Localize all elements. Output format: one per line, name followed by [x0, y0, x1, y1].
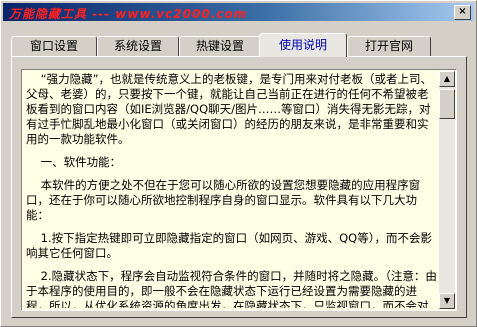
vertical-scrollbar[interactable]: ▲ ▼ [439, 71, 455, 309]
tab-usage-instructions[interactable]: 使用说明 [259, 33, 347, 57]
scroll-up-button[interactable]: ▲ [439, 71, 455, 87]
scroll-thumb[interactable] [439, 89, 455, 119]
tab-open-website[interactable]: 打开官网 [347, 36, 431, 56]
window-title: 万能隐藏工具 --- www.vc2000.com [9, 7, 248, 21]
help-textbox[interactable]: “强力隐藏”，也就是传统意义上的老板键，是专门用来对付老板（或者上司、父母、老婆… [21, 69, 457, 311]
help-paragraph: 1.按下指定热键即可立即隐藏指定的窗口（如网页、游戏、QQ等），而不会影响其它任… [26, 231, 432, 260]
arrow-down-icon: ▼ [443, 296, 451, 305]
tab-system-settings[interactable]: 系统设置 [97, 36, 179, 56]
help-text-content: “强力隐藏”，也就是传统意义上的老板键，是专门用来对付老板（或者上司、父母、老婆… [24, 72, 439, 308]
scroll-down-button[interactable]: ▼ [439, 293, 455, 309]
help-paragraph: “强力隐藏”，也就是传统意义上的老板键，是专门用来对付老板（或者上司、父母、老婆… [26, 72, 433, 146]
tab-hotkey-settings[interactable]: 热键设置 [179, 36, 261, 56]
arrow-up-icon: ▲ [443, 74, 451, 83]
main-window: 万能隐藏工具 --- www.vc2000.com × 窗口设置 系统设置 热键… [0, 0, 477, 327]
help-paragraph: 2.隐藏状态下，程序会自动监视符合条件的窗口，并随时将之隐藏。（注意：由于本程序… [26, 269, 437, 308]
close-icon: × [458, 6, 467, 17]
help-paragraph: 一、软件功能： [26, 155, 122, 169]
tab-bar: 窗口设置 系统设置 热键设置 使用说明 打开官网 [11, 33, 467, 57]
close-button[interactable]: × [454, 5, 471, 20]
tab-window-settings[interactable]: 窗口设置 [11, 36, 97, 56]
help-paragraph: 本软件的方便之处不但在于您可以随心所欲的设置您想要隐藏的应用程序窗口，还在于你可… [26, 178, 421, 222]
title-bar[interactable]: 万能隐藏工具 --- www.vc2000.com × [3, 3, 474, 21]
